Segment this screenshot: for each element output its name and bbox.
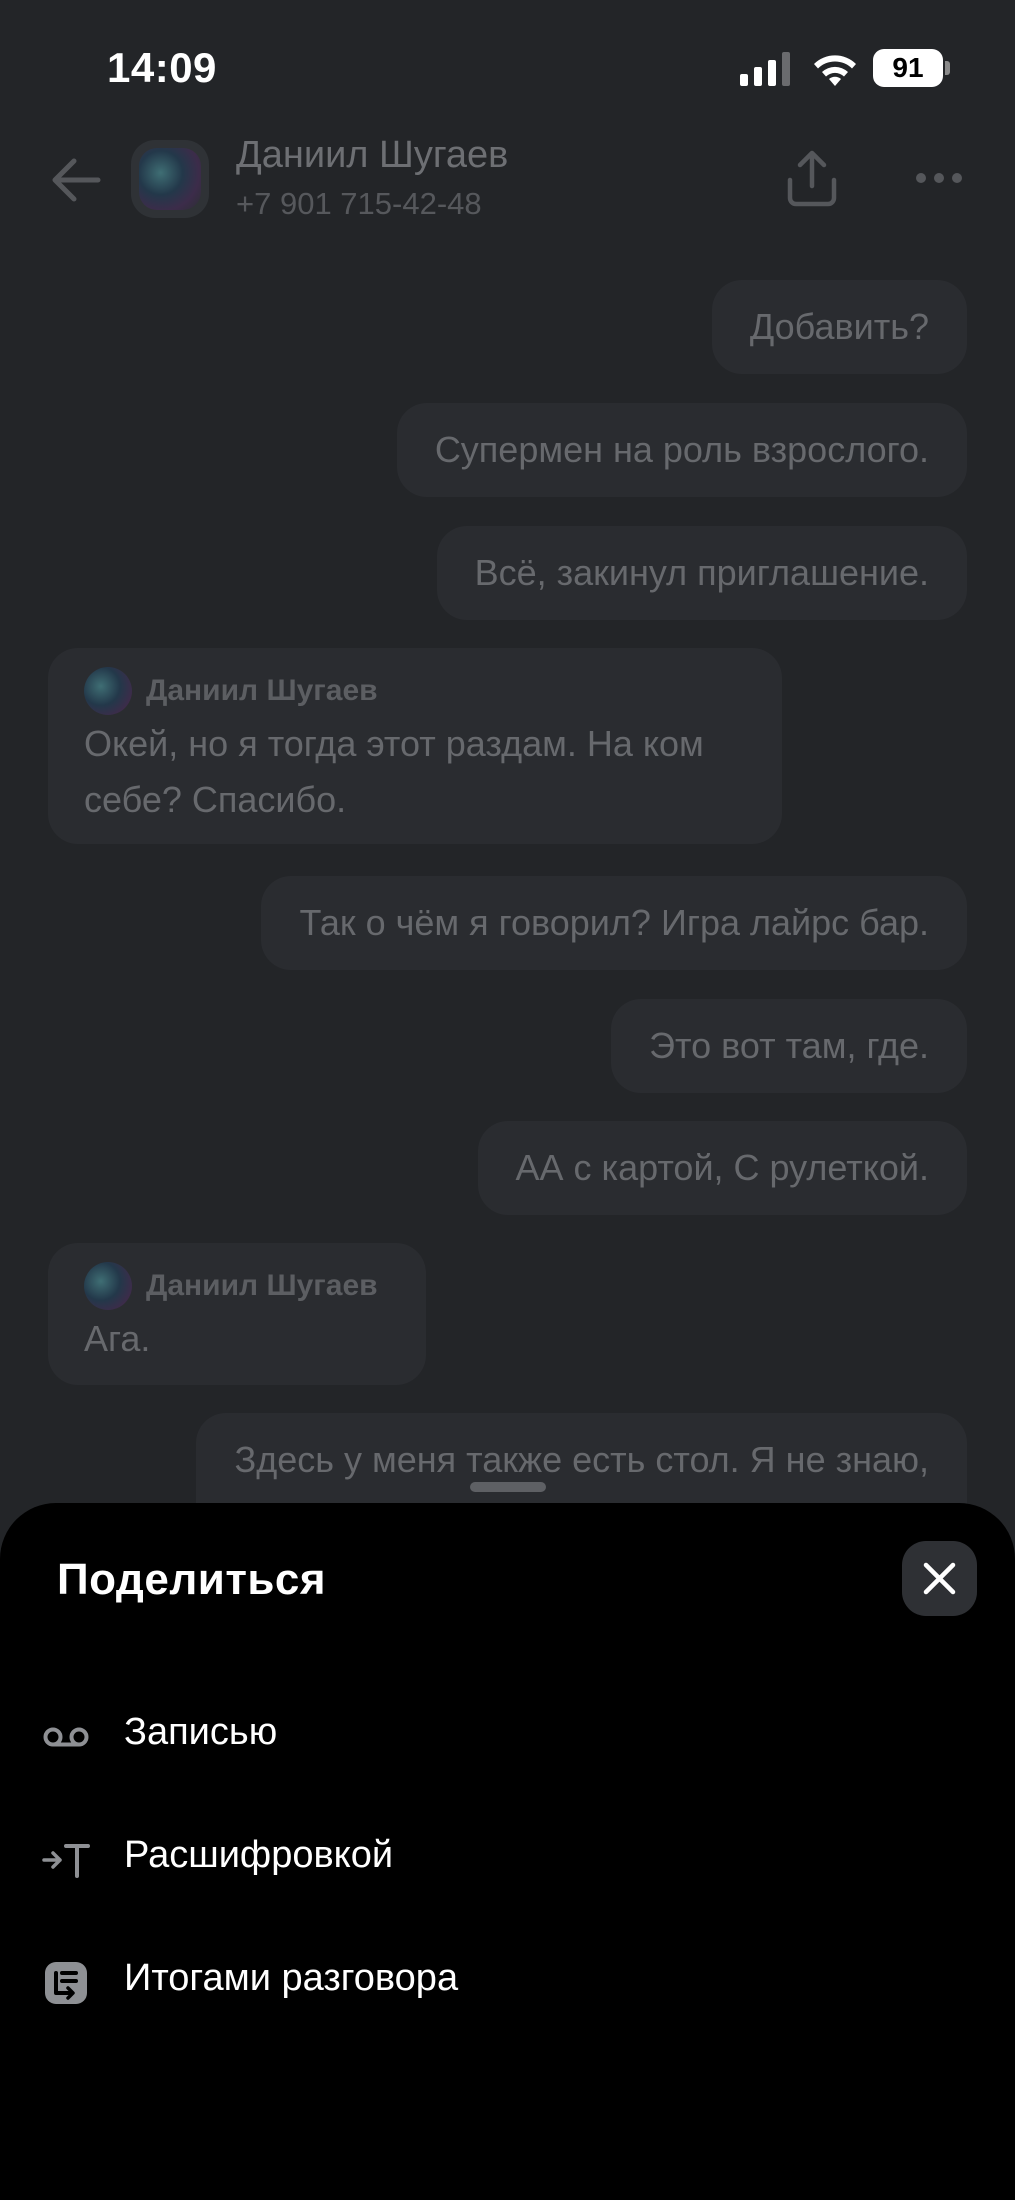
sender-avatar <box>84 1262 132 1310</box>
message-text: Окей, но я тогда этот раздам. На ком <box>84 723 704 764</box>
sender-name: Даниил Шугаев <box>146 674 378 707</box>
sender-name: Даниил Шугаев <box>146 1269 378 1302</box>
message-outgoing[interactable]: Добавить? <box>711 280 967 374</box>
contact-name[interactable]: Даниил Шугаев <box>236 134 508 177</box>
share-icon[interactable] <box>786 150 838 208</box>
message-text: Так о чём я говорил? Игра лайрс бар. <box>299 902 929 943</box>
share-option-transcript[interactable]: Расшифровкой <box>0 1804 1015 1914</box>
message-sender: Даниил Шугаев <box>84 666 746 716</box>
voicemail-icon <box>43 1727 89 1747</box>
cellular-signal-icon <box>740 52 790 86</box>
share-option-label: Расшифровкой <box>124 1834 394 1876</box>
message-incoming[interactable]: Даниил Шугаев Ага. <box>48 1243 426 1385</box>
close-icon <box>923 1562 956 1595</box>
message-text: Ага. <box>84 1318 151 1359</box>
transcript-icon <box>42 1844 90 1878</box>
close-button[interactable] <box>902 1541 977 1616</box>
share-option-recording[interactable]: Записью <box>0 1681 1015 1791</box>
summary-icon <box>45 1962 87 2004</box>
share-sheet: Поделиться Записью Расшифровкой Итогами … <box>0 1503 1015 2200</box>
share-option-label: Записью <box>124 1711 278 1753</box>
sheet-title: Поделиться <box>57 1555 327 1604</box>
message-outgoing[interactable]: Это вот там, где. <box>611 999 967 1093</box>
message-incoming[interactable]: Даниил Шугаев Окей, но я тогда этот разд… <box>48 648 782 844</box>
screen: 14:09 91 Даниил Шугаев +7 901 715-42-48 <box>0 0 1015 2200</box>
battery-icon: 91 <box>873 49 951 87</box>
message-text: АА с картой, С рулеткой. <box>515 1147 929 1188</box>
message-text: Добавить? <box>749 306 929 347</box>
share-option-label: Итогами разговора <box>124 1957 459 1999</box>
message-text: Супермен на роль взрослого. <box>434 429 929 470</box>
chat-header: Даниил Шугаев +7 901 715-42-48 <box>0 130 1015 230</box>
message-outgoing[interactable]: Супермен на роль взрослого. <box>396 403 967 497</box>
status-bar: 14:09 91 <box>0 0 1015 130</box>
more-options-icon[interactable] <box>914 168 964 188</box>
share-option-summary[interactable]: Итогами разговора <box>0 1927 1015 2037</box>
message-text: себе? Спасибо. <box>84 779 347 820</box>
sender-avatar <box>84 667 132 715</box>
sheet-drag-handle[interactable] <box>470 1482 546 1492</box>
wifi-icon <box>814 55 856 86</box>
contact-phone: +7 901 715-42-48 <box>236 186 482 221</box>
message-text: Здесь у меня также есть стол. Я не знаю, <box>234 1439 929 1480</box>
message-text: Это вот там, где. <box>649 1025 929 1066</box>
back-arrow-icon[interactable] <box>50 155 102 205</box>
contact-avatar[interactable] <box>131 140 209 218</box>
status-time: 14:09 <box>107 44 217 91</box>
message-outgoing[interactable]: Так о чём я говорил? Игра лайрс бар. <box>261 876 967 970</box>
message-outgoing[interactable]: АА с картой, С рулеткой. <box>477 1121 967 1215</box>
message-outgoing[interactable]: Всё, закинул приглашение. <box>436 526 967 620</box>
battery-level: 91 <box>892 52 924 83</box>
message-sender: Даниил Шугаев <box>84 1261 390 1311</box>
message-text: Всё, закинул приглашение. <box>474 552 929 593</box>
